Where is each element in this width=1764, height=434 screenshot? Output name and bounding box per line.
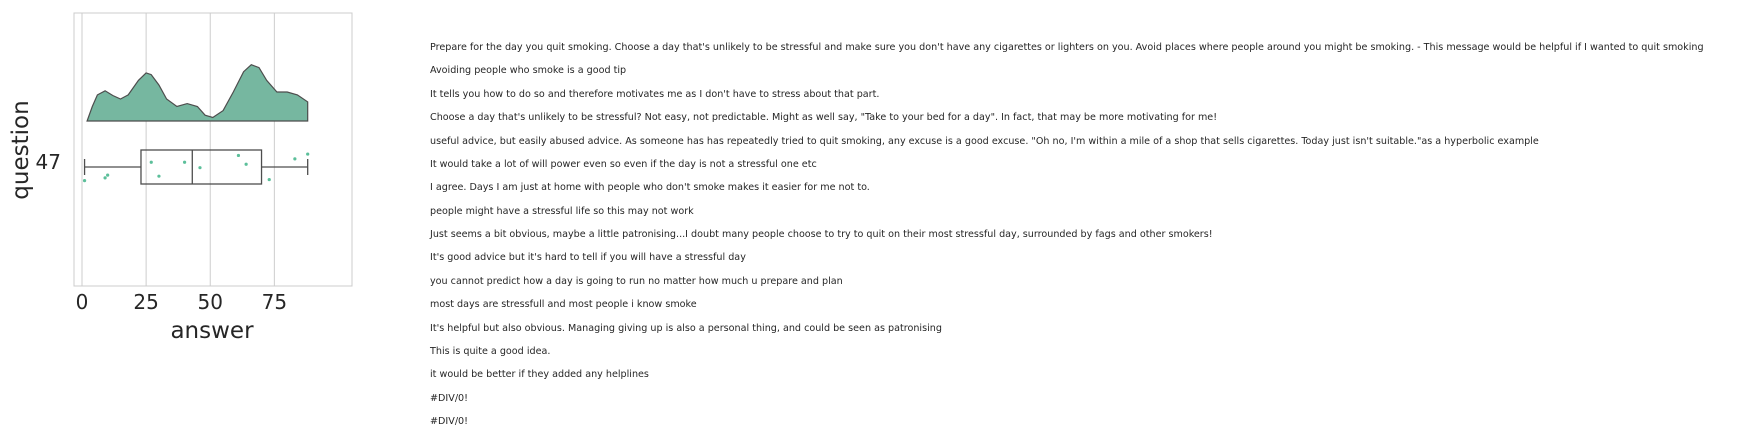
response-text: It's helpful but also obvious. Managing … <box>430 323 942 334</box>
data-point <box>244 162 248 166</box>
response-text: most days are stressfull and most people… <box>430 299 697 310</box>
data-point <box>236 153 241 158</box>
response-text: #DIV/0! <box>430 416 469 427</box>
data-point <box>182 160 187 164</box>
data-point <box>106 173 110 177</box>
data-point <box>149 160 153 164</box>
response-text: it would be better if they added any hel… <box>430 369 649 380</box>
x-tick-label: 75 <box>262 290 287 314</box>
response-text: It would take a lot of will power even s… <box>430 159 817 170</box>
response-text: Avoiding people who smoke is a good tip <box>430 65 627 76</box>
x-tick-label: 25 <box>133 290 158 314</box>
response-text: useful advice, but easily abused advice.… <box>430 136 1539 147</box>
data-point <box>267 177 271 182</box>
data-point <box>82 179 87 183</box>
response-text: Prepare for the day you quit smoking. Ch… <box>430 42 1704 53</box>
x-tick-label: 0 <box>76 290 89 314</box>
data-point <box>198 166 202 170</box>
data-point <box>157 174 161 178</box>
response-text: It's good advice but it's hard to tell i… <box>430 252 746 263</box>
response-text: It tells you how to do so and therefore … <box>430 89 880 100</box>
response-text: I agree. Days I am just at home with peo… <box>430 182 870 193</box>
data-point <box>103 176 107 180</box>
data-point <box>293 157 297 161</box>
response-text: Choose a day that's unlikely to be stres… <box>430 112 1218 123</box>
data-point <box>306 152 310 156</box>
response-text: Just seems a bit obvious, maybe a little… <box>430 229 1213 240</box>
x-tick-label: 50 <box>198 290 223 314</box>
raincloud-chart: 0 25 50 75 47 answer question <box>8 12 353 344</box>
x-axis-label: answer <box>170 318 254 344</box>
y-tick-label-47: 47 <box>36 150 61 174</box>
response-text: #DIV/0! <box>430 393 469 404</box>
response-text: people might have a stressful life so th… <box>430 206 694 217</box>
response-text: you cannot predict how a day is going to… <box>430 276 843 287</box>
response-text: This is quite a good idea. <box>430 346 551 357</box>
x-tick-labels: 0 25 50 75 <box>76 290 287 314</box>
y-axis-label: question <box>8 100 34 199</box>
